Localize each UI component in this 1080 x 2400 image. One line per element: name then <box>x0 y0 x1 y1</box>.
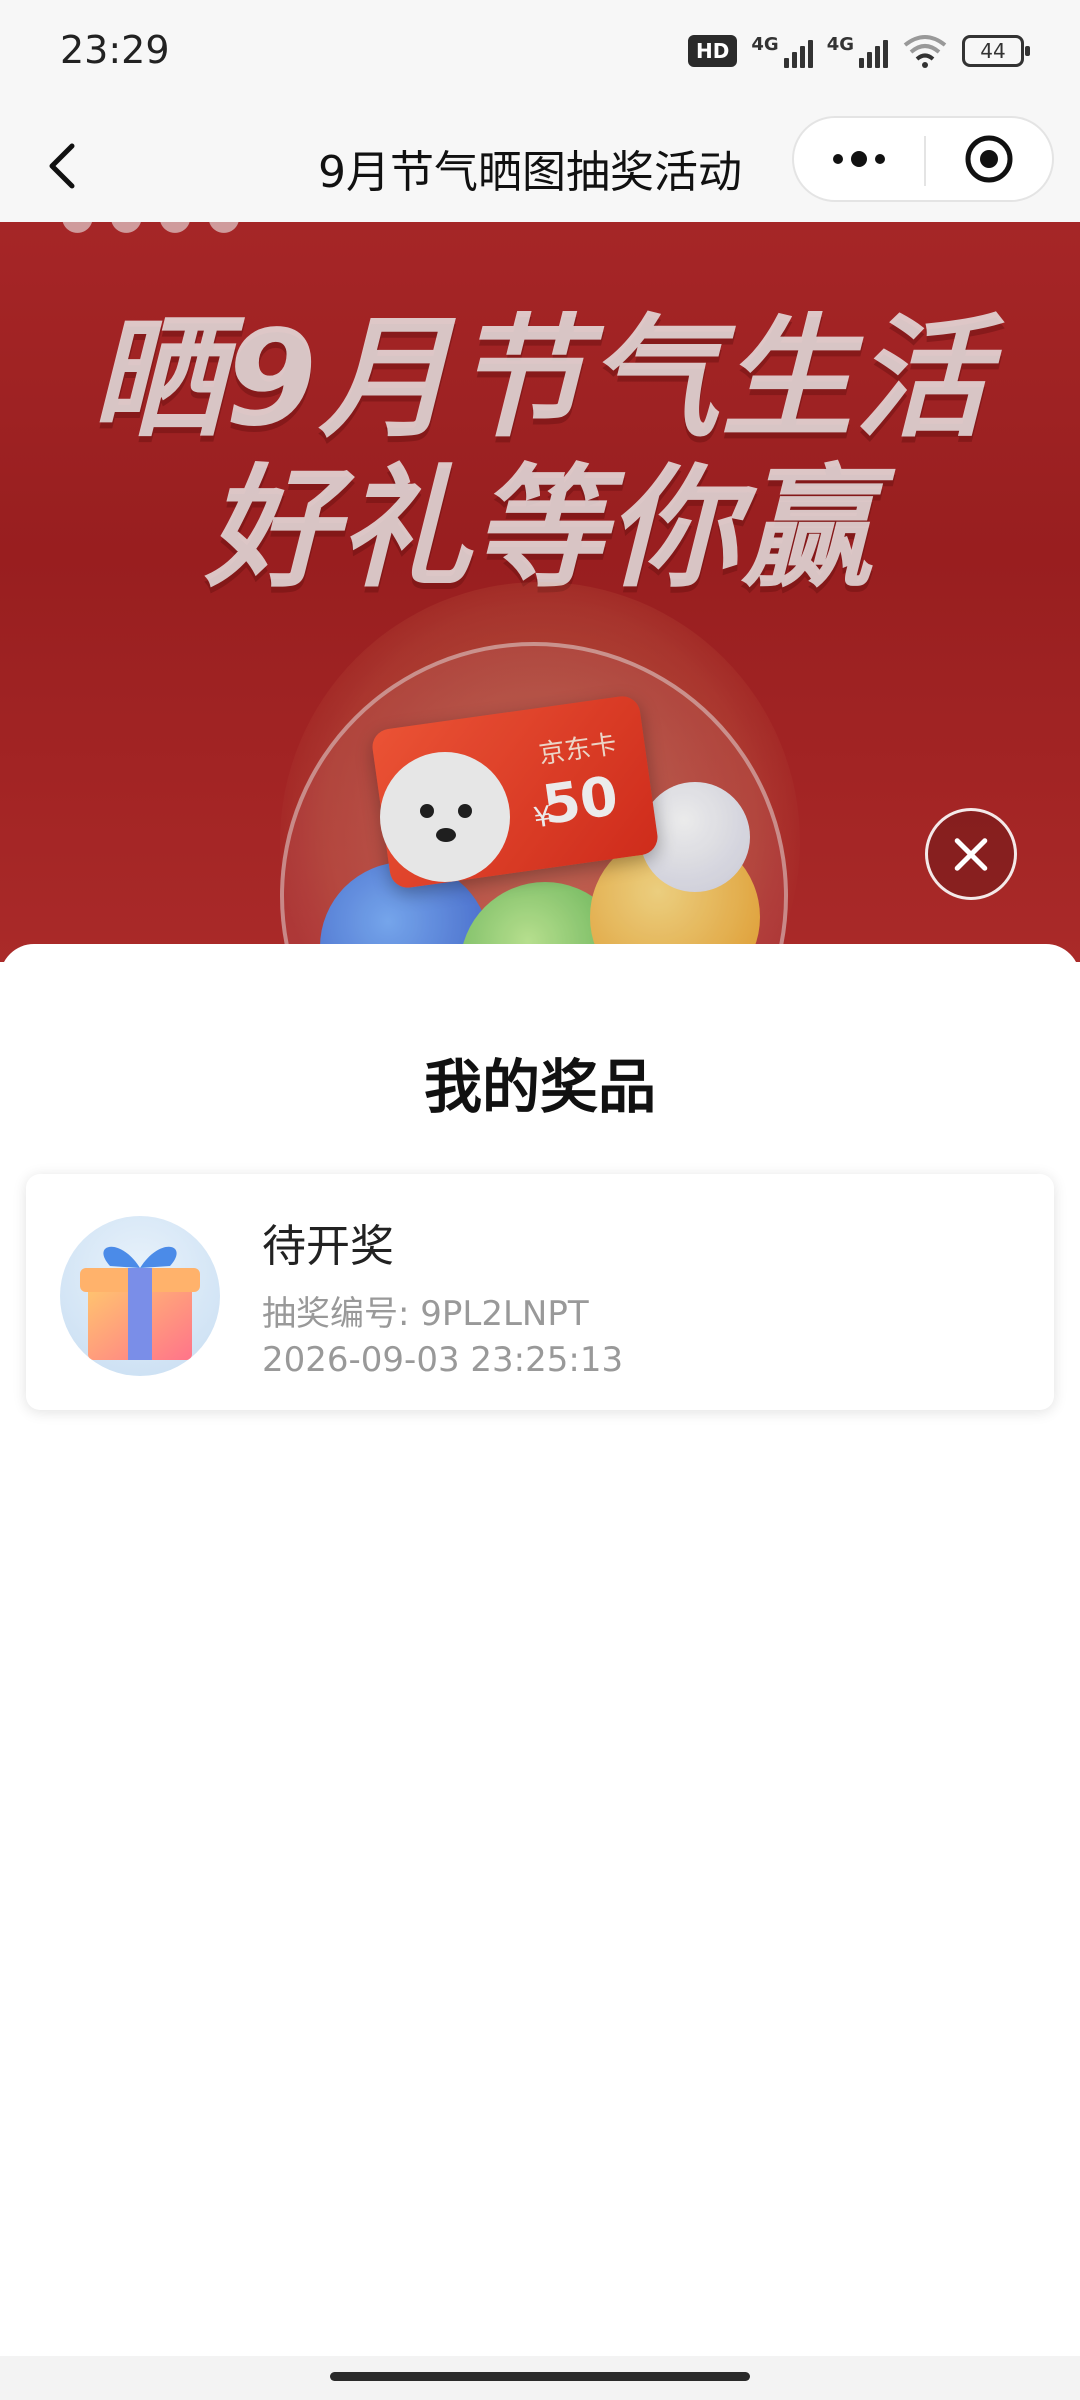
target-icon <box>965 135 1013 183</box>
close-miniprogram-button[interactable] <box>926 118 1052 200</box>
wifi-icon <box>903 35 947 68</box>
network-type-label: 4G <box>826 34 854 55</box>
gift-box-icon <box>60 1216 220 1376</box>
status-icons: HD 4G 4G 44 <box>688 34 1030 68</box>
prize-card[interactable]: 待开奖 抽奖编号: 9PL2LNPT 2026-09-03 23:25:13 <box>26 1174 1054 1410</box>
status-time: 23:29 <box>60 28 170 72</box>
status-bar: 23:29 HD 4G 4G 44 <box>0 0 1080 110</box>
navigation-bar: 9月节气晒图抽奖活动 <box>0 110 1080 222</box>
draw-number: 抽奖编号: 9PL2LNPT <box>262 1294 589 1334</box>
signal-icon: 4G <box>751 34 813 68</box>
page-title: 9月节气晒图抽奖活动 <box>318 147 742 198</box>
overlay-dim <box>0 222 1080 962</box>
prizes-sheet: 我的奖品 待开奖 抽奖编号: 9PL2LNPT 2026-09-03 23:25… <box>0 944 1080 2400</box>
back-button[interactable] <box>38 134 98 198</box>
mini-program-capsule <box>792 116 1054 202</box>
more-dots-icon <box>833 151 885 167</box>
prize-status: 待开奖 <box>262 1221 394 1272</box>
hd-icon: HD <box>688 35 738 67</box>
draw-timestamp: 2026-09-03 23:25:13 <box>262 1340 624 1380</box>
close-button[interactable] <box>925 808 1017 900</box>
home-indicator[interactable] <box>330 2372 750 2381</box>
battery-icon: 44 <box>962 35 1030 67</box>
signal-icon: 4G <box>827 34 888 68</box>
more-button[interactable] <box>794 118 924 200</box>
sheet-title: 我的奖品 <box>423 1053 656 1121</box>
network-type-label: 4G <box>751 34 779 55</box>
campaign-banner: ● ● ● ● 晒9月节气生活 好礼等你赢 京东卡 ¥ 50 <box>0 222 1080 962</box>
chevron-left-icon <box>49 143 75 189</box>
